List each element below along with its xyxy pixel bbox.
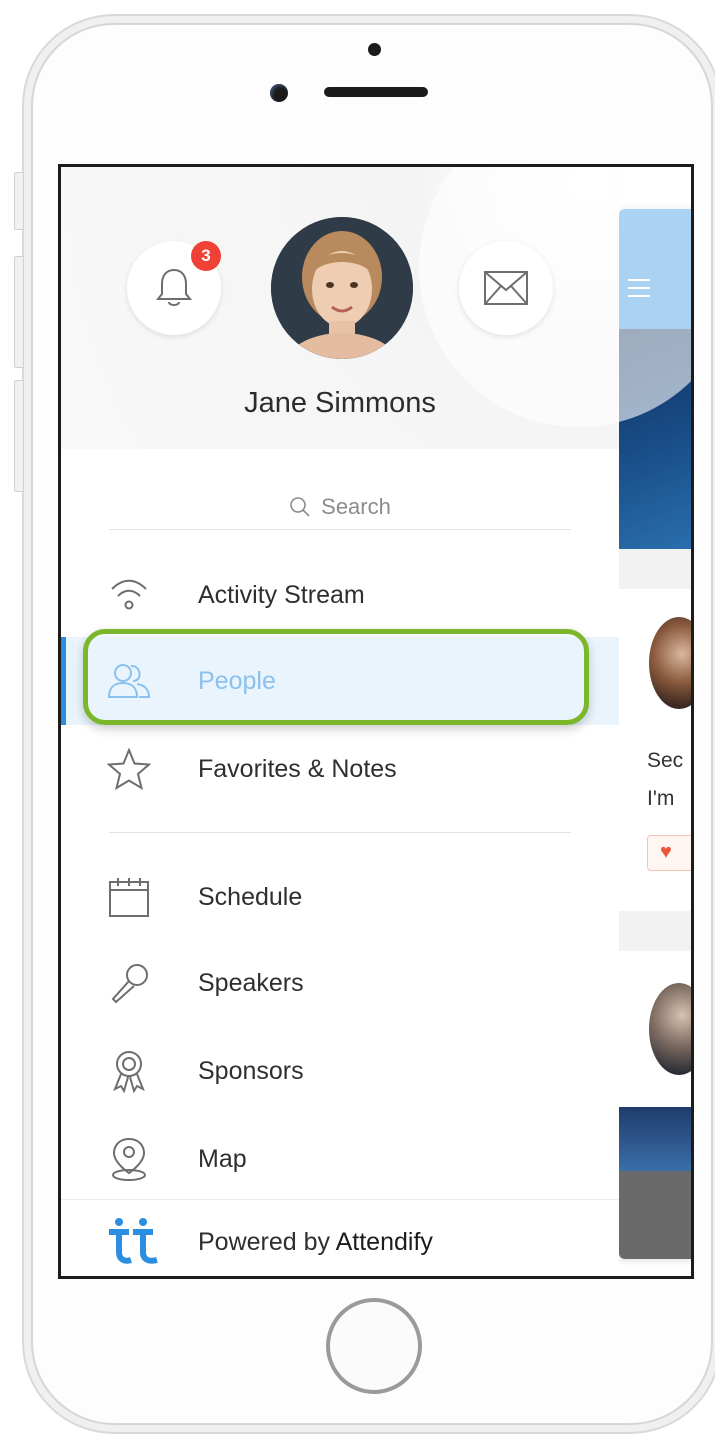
post-author-avatar-2[interactable] [649, 983, 691, 1075]
search-placeholder: Search [321, 494, 391, 519]
user-name: Jane Simmons [244, 387, 436, 419]
search-input[interactable]: Search [109, 485, 571, 530]
post-author-avatar[interactable] [649, 617, 691, 709]
powered-by-label: Powered by [198, 1228, 331, 1256]
feed-post-card-2 [619, 951, 691, 1107]
menu-label-favorites-notes: Favorites & Notes [198, 754, 397, 783]
messages-button[interactable] [459, 241, 553, 335]
ribbon-icon [107, 1049, 151, 1093]
menu-item-favorites-notes[interactable]: Favorites & Notes [61, 725, 619, 813]
post-text-line-1: Sec [647, 749, 684, 772]
notification-badge: 3 [191, 241, 221, 271]
wifi-icon [107, 573, 151, 617]
mute-switch [14, 172, 24, 230]
bell-icon [155, 268, 193, 306]
map-pin-icon [107, 1137, 151, 1181]
menu-label-speakers: Speakers [198, 968, 304, 997]
menu-label-schedule: Schedule [198, 882, 303, 911]
star-icon [107, 747, 151, 791]
brand-name: Attendify [335, 1228, 433, 1256]
phone-screen: Sec I'm ♥ 3 Jane Simmons Search Activity… [58, 164, 694, 1279]
app-overlay-bottom [619, 1171, 691, 1259]
earpiece-speaker [324, 87, 428, 97]
heart-icon: ♥ [660, 841, 672, 863]
user-photo [271, 217, 413, 359]
attendify-logo-icon [109, 1218, 158, 1264]
menu-label-activity-stream: Activity Stream [198, 580, 365, 609]
people-highlight-outline [83, 629, 589, 725]
menu-label-map: Map [198, 1144, 247, 1173]
volume-down-button [14, 380, 24, 492]
post-text-line-2: I'm [647, 787, 675, 810]
envelope-icon [484, 271, 528, 305]
post-photo [619, 1107, 691, 1171]
front-camera [270, 84, 288, 102]
home-button[interactable] [326, 1298, 422, 1394]
search-icon [290, 497, 310, 517]
proximity-sensor [368, 43, 381, 56]
menu-item-speakers[interactable]: Speakers [61, 939, 619, 1027]
menu-label-sponsors: Sponsors [198, 1056, 304, 1085]
menu-item-map[interactable]: Map [61, 1115, 619, 1203]
menu-item-activity-stream[interactable]: Activity Stream [61, 551, 619, 639]
menu-divider [109, 832, 571, 833]
menu-item-schedule[interactable]: Schedule [61, 853, 619, 941]
volume-up-button [14, 256, 24, 368]
like-button[interactable]: ♥ [647, 835, 691, 871]
powered-by-text[interactable]: Powered by Attendify [198, 1228, 433, 1257]
calendar-icon [107, 875, 151, 919]
drawer-footer: Powered by Attendify [61, 1199, 619, 1276]
microphone-icon [107, 961, 151, 1005]
user-avatar[interactable] [271, 217, 413, 359]
feed-post-card: Sec I'm ♥ [619, 589, 691, 911]
menu-item-sponsors[interactable]: Sponsors [61, 1027, 619, 1115]
